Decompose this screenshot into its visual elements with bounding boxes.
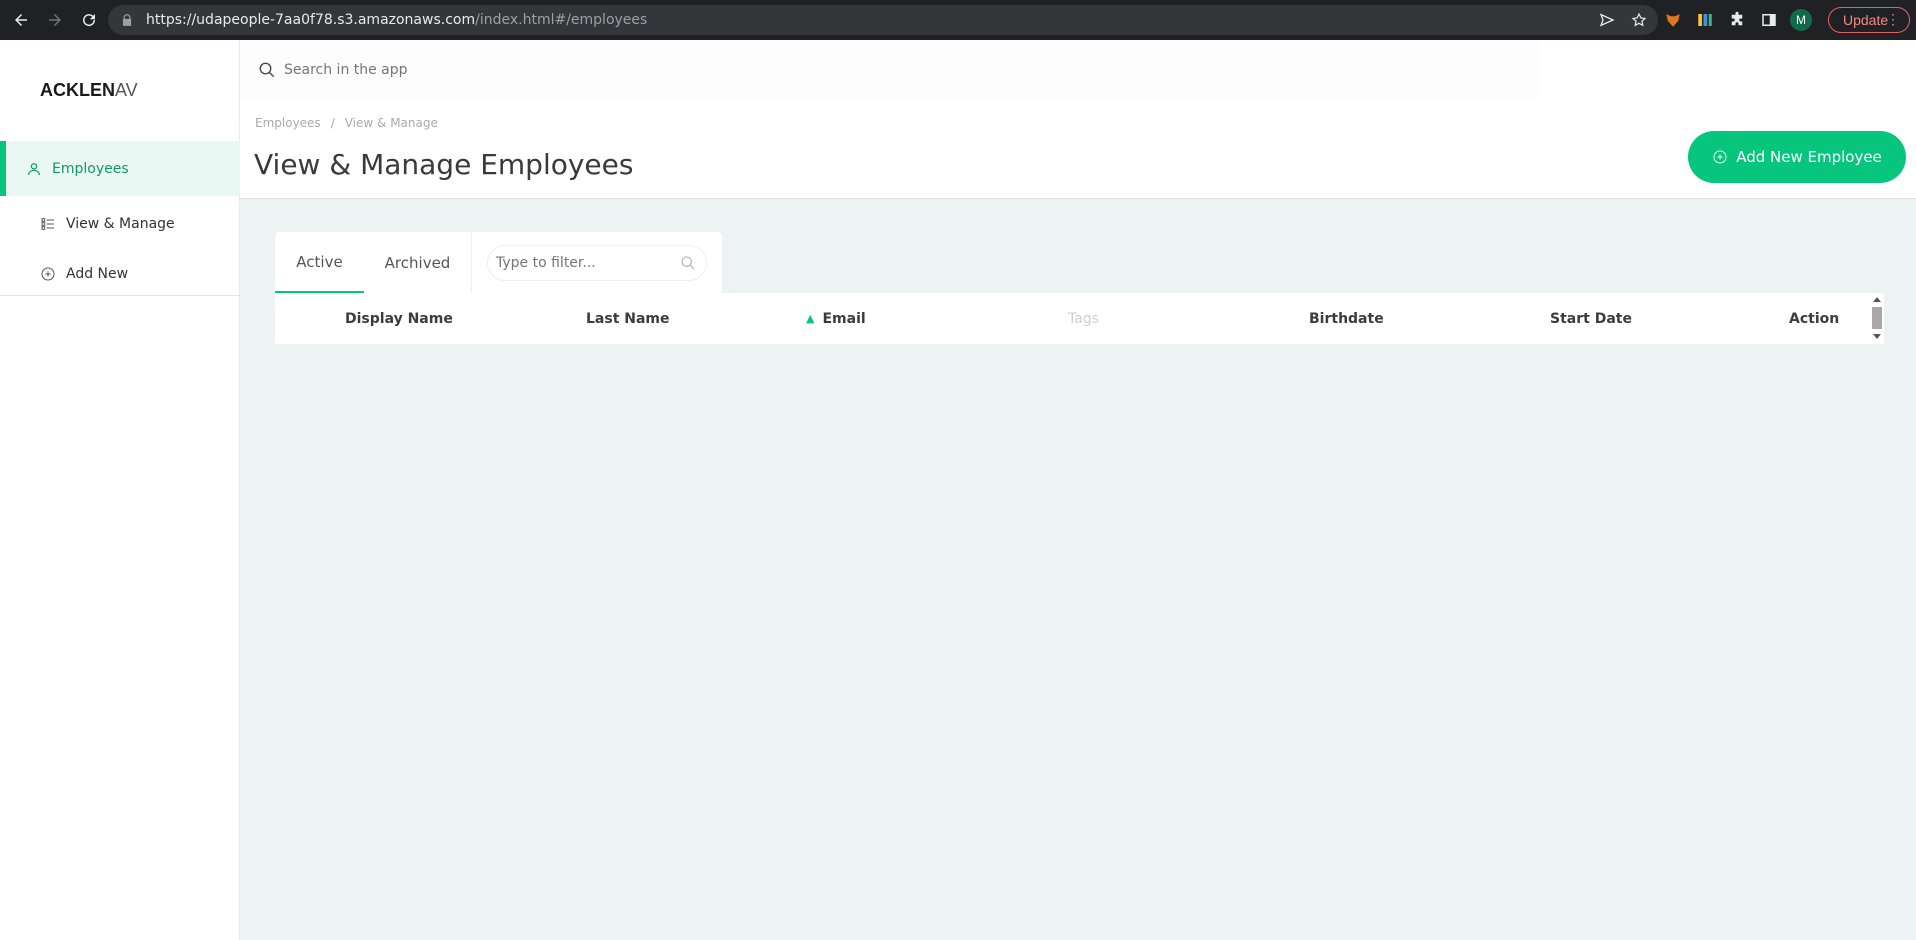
app-search	[240, 40, 1540, 100]
table-scrollbar[interactable]	[1870, 293, 1884, 344]
column-tags: Tags	[1068, 310, 1099, 327]
add-new-employee-label: Add New Employee	[1736, 148, 1882, 166]
list-icon	[41, 218, 54, 230]
logo-text-bold: ACKLEN	[40, 80, 115, 100]
arrow-left-icon	[15, 14, 27, 26]
tab-separator	[471, 232, 472, 293]
page-title: View & Manage Employees	[254, 148, 634, 181]
plus-circle-icon	[41, 267, 55, 281]
url-host: https://udapeople-7aa0f78.s3.amazonaws.c…	[146, 12, 476, 28]
update-label: Update	[1843, 12, 1889, 28]
breadcrumb-employees[interactable]: Employees	[255, 116, 321, 130]
logo-text-light: AV	[115, 80, 138, 100]
url-text: https://udapeople-7aa0f78.s3.amazonaws.c…	[146, 12, 647, 28]
add-new-employee-button[interactable]: Add New Employee	[1688, 131, 1906, 183]
update-button[interactable]: Update ⋮	[1828, 7, 1910, 33]
more-vert-icon: ⋮	[1886, 11, 1900, 27]
user-icon	[28, 162, 40, 175]
forward-button[interactable]	[42, 7, 68, 33]
column-email-label: Email	[822, 310, 866, 327]
sidebar-item-label: View & Manage	[66, 216, 175, 232]
reload-icon	[83, 14, 96, 27]
table-header: Display Name Last Name ▲ Email Tags Birt…	[275, 293, 1871, 344]
lock-icon	[122, 14, 132, 26]
filter-field	[487, 245, 707, 281]
sidebar-item-label: Employees	[52, 160, 129, 177]
main-content: Active Archived Display Name Last Name ▲…	[240, 199, 1916, 940]
arrow-right-icon	[49, 14, 61, 26]
breadcrumb: Employees / View & Manage	[255, 116, 438, 130]
bookmark-star-icon[interactable]	[1630, 11, 1648, 29]
filter-input[interactable]	[496, 255, 666, 271]
fox-extension-icon[interactable]	[1662, 9, 1684, 31]
column-birthdate[interactable]: Birthdate	[1309, 293, 1384, 344]
puzzle-extensions-icon[interactable]	[1726, 9, 1748, 31]
back-button[interactable]	[8, 7, 34, 33]
column-start-date[interactable]: Start Date	[1550, 293, 1632, 344]
breadcrumb-view-manage: View & Manage	[344, 116, 438, 130]
plus-circle-icon	[1713, 150, 1727, 164]
app-search-input[interactable]	[284, 62, 784, 78]
address-bar[interactable]: https://udapeople-7aa0f78.s3.amazonaws.c…	[108, 5, 1658, 35]
scroll-up-icon[interactable]	[1873, 297, 1881, 302]
reload-button[interactable]	[76, 7, 102, 33]
column-last-name[interactable]: Last Name	[586, 293, 670, 344]
send-icon[interactable]	[1598, 11, 1616, 29]
column-display-name[interactable]: Display Name	[345, 293, 453, 344]
sidebar-item-label: Add New	[66, 266, 129, 282]
column-action: Action	[1789, 310, 1840, 327]
profile-avatar[interactable]: M	[1790, 9, 1812, 31]
sort-ascending-icon: ▲	[806, 312, 815, 325]
tab-active[interactable]: Active	[275, 232, 364, 293]
url-path: /index.html#/employees	[475, 12, 648, 28]
breadcrumb-separator: /	[330, 116, 335, 130]
bars-extension-icon[interactable]	[1694, 9, 1716, 31]
column-email[interactable]: ▲ Email	[806, 293, 866, 344]
sidebar-item-view-manage[interactable]: View & Manage	[0, 202, 240, 246]
search-icon	[259, 62, 275, 78]
tab-archived[interactable]: Archived	[364, 232, 471, 293]
sidebar: ACKLENAV Employees View & Manage Add New	[0, 40, 240, 940]
browser-toolbar: https://udapeople-7aa0f78.s3.amazonaws.c…	[0, 0, 1916, 40]
sidebar-item-employees[interactable]: Employees	[0, 141, 240, 196]
sidebar-divider	[0, 295, 240, 296]
search-icon	[681, 256, 695, 270]
scroll-down-icon[interactable]	[1873, 334, 1881, 339]
side-panel-icon[interactable]	[1758, 9, 1780, 31]
sidebar-item-add-new[interactable]: Add New	[0, 252, 240, 296]
tabs-card: Active Archived	[275, 232, 722, 293]
brand-logo[interactable]: ACKLENAV	[40, 80, 138, 101]
scrollbar-thumb[interactable]	[1872, 307, 1882, 329]
